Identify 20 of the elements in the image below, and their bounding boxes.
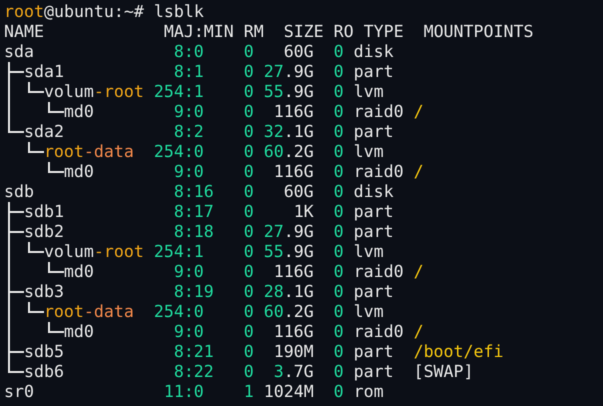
terminal-line: root-data 254:0 0 60.2G 0 lvm xyxy=(4,302,404,322)
terminal-line: sdb 8:16 0 60G 0 disk xyxy=(4,182,395,202)
terminal-line: volum-root 254:1 0 55.9G 0 lvm xyxy=(4,242,404,262)
terminal-line: sr0 11:0 1 1024M 0 rom xyxy=(4,382,385,402)
terminal-line: sdb1 8:17 0 1K 0 part xyxy=(4,202,404,222)
terminal-line: md0 9:0 0 116G 0 raid0 / xyxy=(4,322,424,342)
terminal-line: sdb5 8:21 0 190M 0 part /boot/efi xyxy=(4,342,504,362)
column-header-line: NAME MAJ:MIN RM SIZE RO TYPE MOUNTPOINTS xyxy=(4,22,534,42)
command-prompt: root@ubuntu:~# lsblk xyxy=(4,2,204,22)
terminal-line: sda1 8:1 0 27.9G 0 part xyxy=(4,62,404,82)
terminal-line: root-data 254:0 0 60.2G 0 lvm xyxy=(4,142,404,162)
terminal-line: md0 9:0 0 116G 0 raid0 / xyxy=(4,102,424,122)
terminal-line: sda 8:0 0 60G 0 disk xyxy=(4,42,395,62)
terminal-line: volum-root 254:1 0 55.9G 0 lvm xyxy=(4,82,404,102)
terminal-line: sda2 8:2 0 32.1G 0 part xyxy=(4,122,404,142)
terminal-line: md0 9:0 0 116G 0 raid0 / xyxy=(4,262,424,282)
terminal-line: sdb3 8:19 0 28.1G 0 part xyxy=(4,282,404,302)
terminal-line: md0 9:0 0 116G 0 raid0 / xyxy=(4,162,424,182)
terminal-line: sdb2 8:18 0 27.9G 0 part xyxy=(4,222,404,242)
terminal-line: sdb6 8:22 0 3.7G 0 part [SWAP] xyxy=(4,362,474,382)
